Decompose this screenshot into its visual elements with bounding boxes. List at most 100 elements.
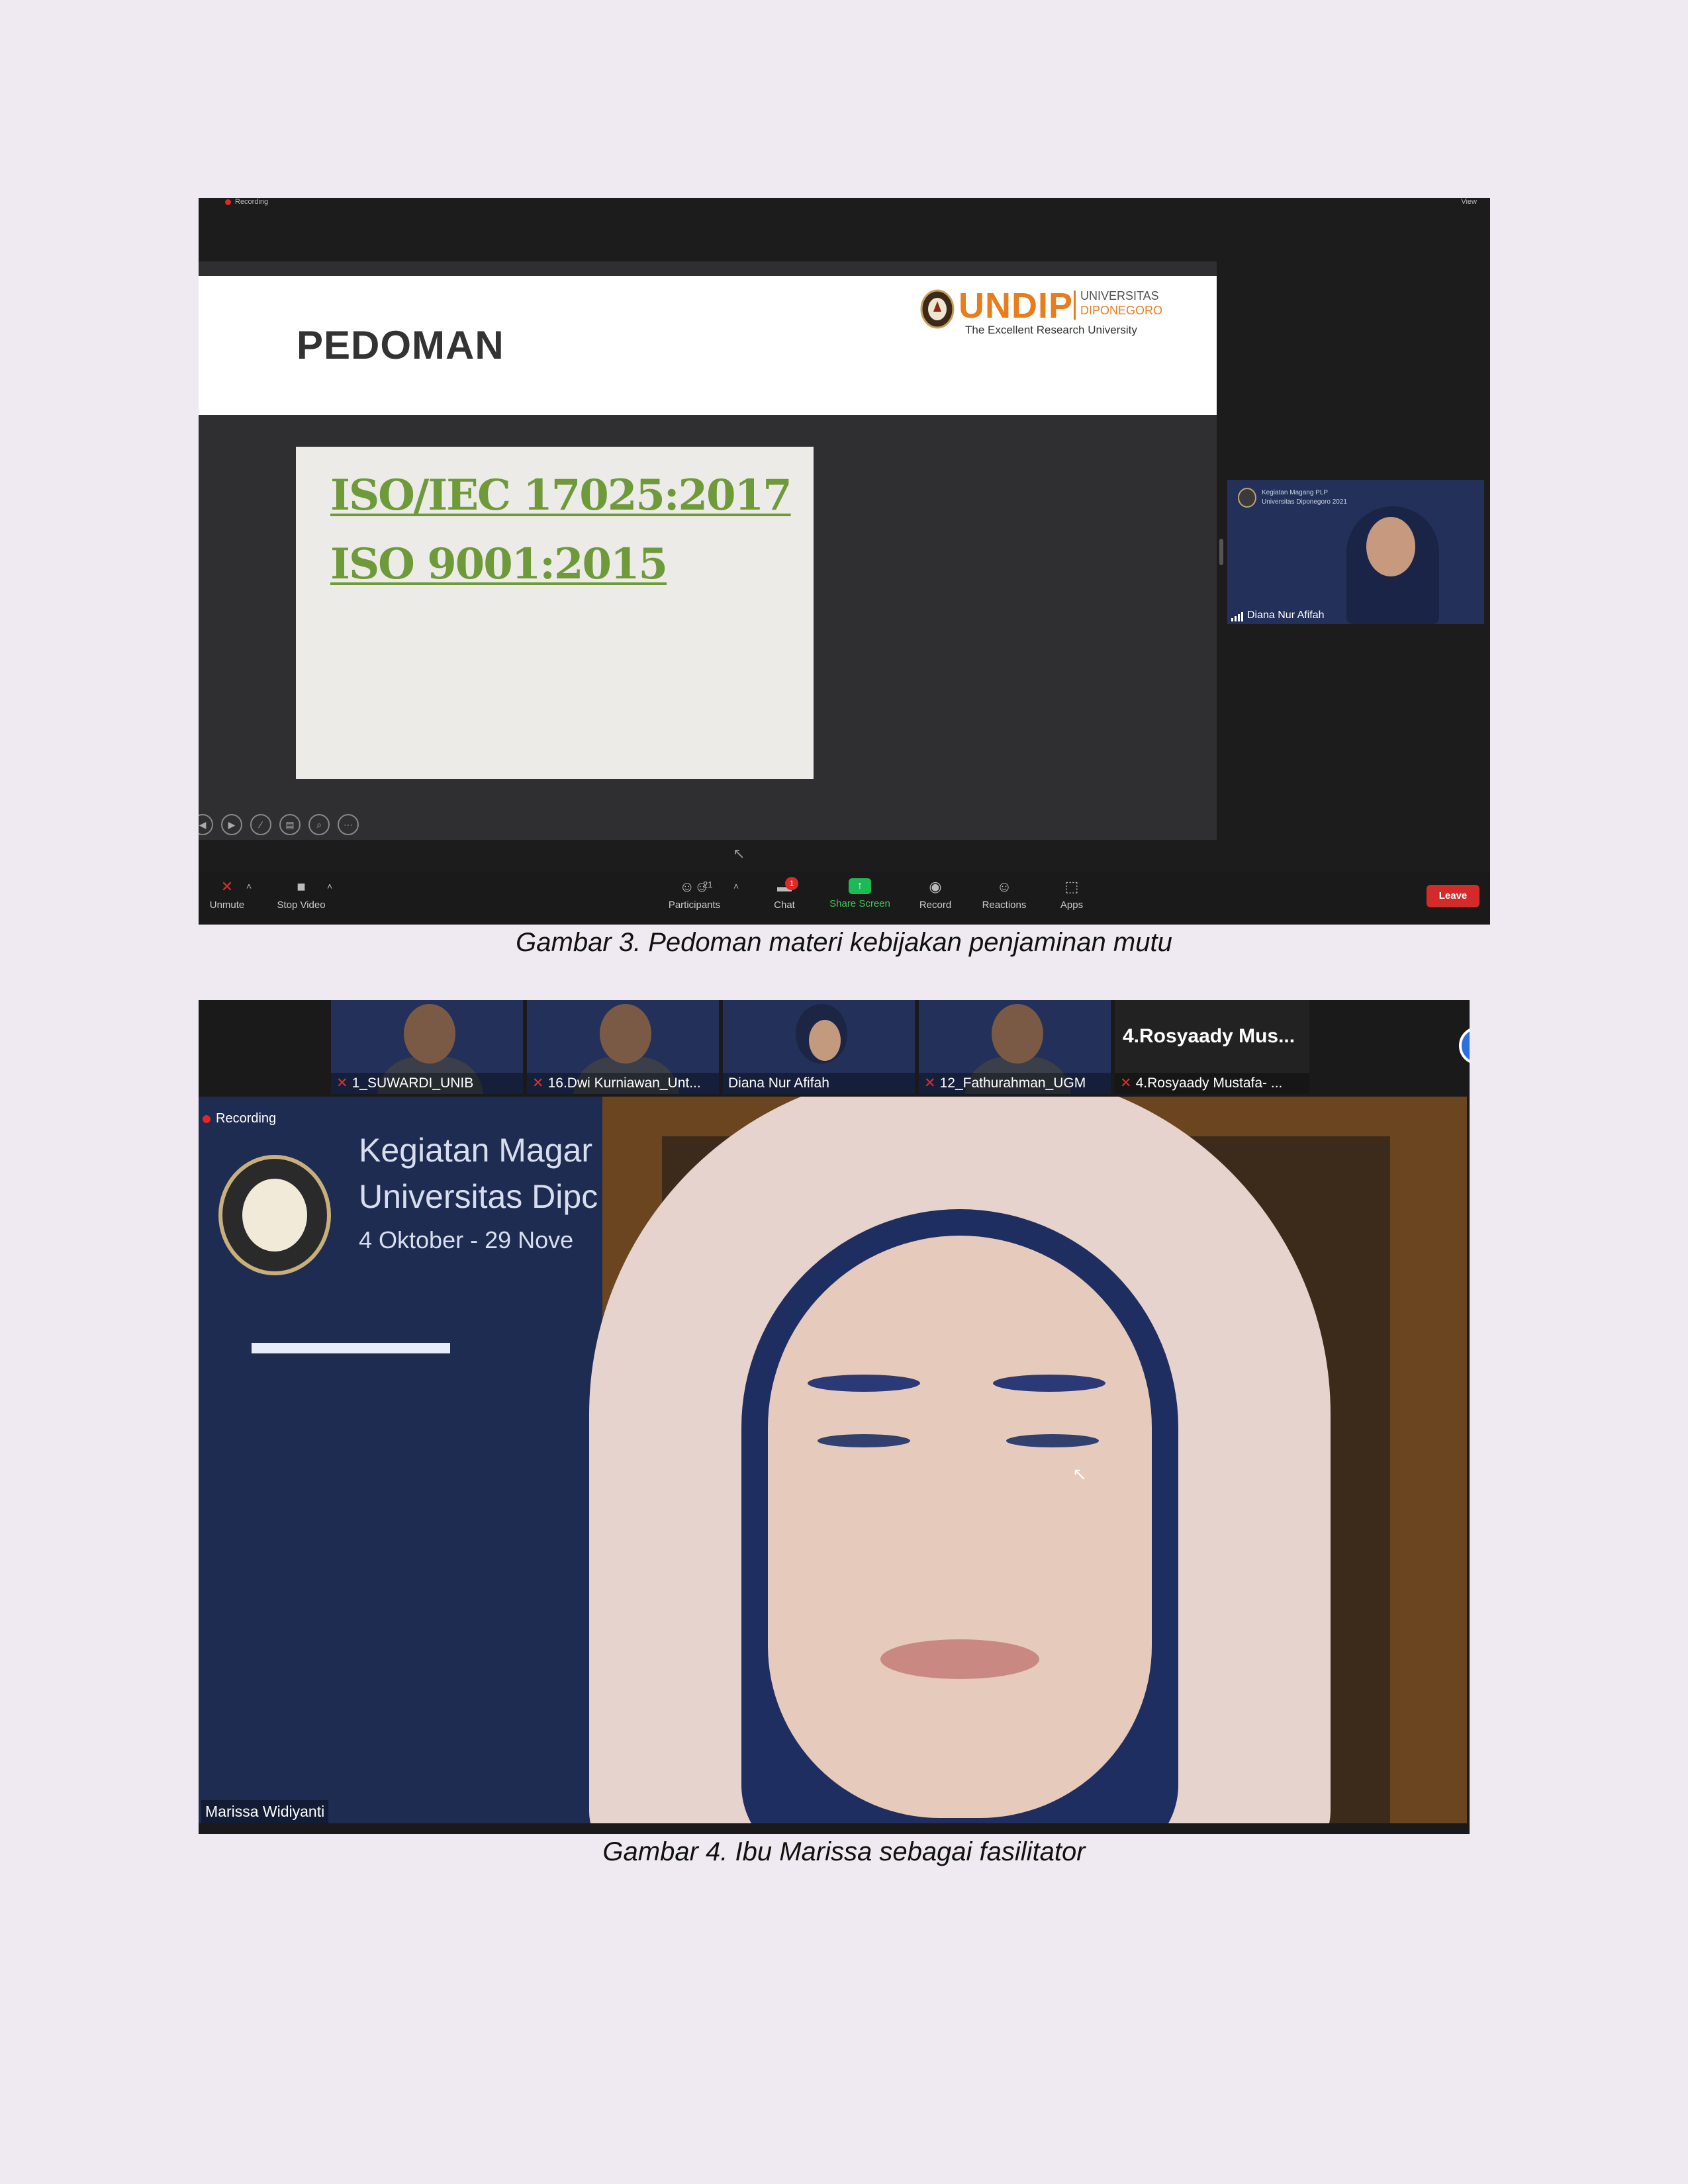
participant-name: 4.Rosyaady Mustafa- ...: [1135, 1075, 1283, 1091]
unmute-label: Unmute: [209, 899, 245, 911]
slide-header: PEDOMAN UNDIP UNIVERSITAS DIPONEGORO The…: [199, 276, 1217, 415]
record-icon: ◉: [929, 878, 942, 895]
figure-caption-3: Gambar 3. Pedoman materi kebijakan penja…: [516, 928, 1172, 957]
background-text-line-1: Kegiatan Magar: [359, 1132, 593, 1169]
speaker-brow: [808, 1375, 920, 1392]
participant-tile[interactable]: ✕ 1_SUWARDI_UNIB: [331, 1000, 523, 1094]
participant-name-tag: ✕ 4.Rosyaady Mustafa- ...: [1115, 1073, 1309, 1094]
recording-dot-icon: [225, 199, 231, 205]
leave-button[interactable]: Leave: [1427, 885, 1479, 907]
share-screen-label: Share Screen: [829, 898, 890, 909]
participant-face: [809, 1020, 841, 1061]
recording-indicator: Recording: [225, 198, 268, 206]
thumbnail-background-line-2: Universitas Diponegoro 2021: [1262, 498, 1347, 506]
slides-icon[interactable]: ▤: [279, 814, 301, 835]
reactions-button[interactable]: ☺ Reactions: [968, 878, 1041, 911]
unmute-button[interactable]: ✕ Unmute: [199, 878, 263, 911]
participant-display-name: 4.Rosyaady Mus...: [1123, 1025, 1295, 1047]
meeting-toolbar: ✕ Unmute ˄ ■ Stop Video ˄ ☺☺ 21 Particip…: [199, 872, 1490, 925]
background-text-line-3: 4 Oktober - 29 Nove: [359, 1226, 574, 1253]
participant-tile[interactable]: Diana Nur Afifah: [723, 1000, 915, 1094]
participant-face: [600, 1004, 651, 1064]
participants-icon: ☺☺: [679, 878, 710, 895]
smiley-icon: ☺: [996, 878, 1012, 895]
logo-separator: [1074, 291, 1076, 320]
participant-tile[interactable]: ✕ 12_Fathurahman_UGM: [919, 1000, 1111, 1094]
panel-resize-handle[interactable]: [1219, 539, 1223, 565]
participant-strip: ✕ 1_SUWARDI_UNIB ✕ 16.Dwi Kurniawan_Unt...…: [331, 1000, 1470, 1094]
undip-seal-icon: [920, 289, 955, 329]
participants-button[interactable]: ☺☺ 21 Participants: [658, 878, 731, 911]
more-icon[interactable]: ⋯: [338, 814, 359, 835]
chat-button[interactable]: ▬ 1 Chat: [748, 877, 821, 911]
speaker-name-tag: Marissa Widiyanti: [201, 1800, 329, 1823]
zoom-icon[interactable]: ⌕: [308, 814, 330, 835]
recording-dot-icon: [203, 1115, 211, 1123]
participant-name: Diana Nur Afifah: [1247, 610, 1325, 621]
participants-label: Participants: [668, 899, 721, 911]
participant-name-tag: ✕ 16.Dwi Kurniawan_Unt...: [527, 1073, 719, 1094]
slide-title: PEDOMAN: [297, 323, 504, 367]
muted-mic-icon: ✕: [1120, 1075, 1132, 1091]
chat-label: Chat: [774, 899, 795, 911]
record-label: Record: [919, 899, 952, 911]
next-icon[interactable]: ▶: [221, 814, 242, 835]
thumbnail-background-line-1: Kegiatan Magang PLP: [1262, 489, 1329, 496]
muted-mic-icon: ✕: [220, 878, 234, 895]
recording-indicator: Recording: [203, 1111, 276, 1126]
active-speaker-video: Recording Kegiatan Magar Universitas Dip…: [199, 1097, 1467, 1823]
speaker-face: [768, 1236, 1152, 1818]
record-button[interactable]: ◉ Record: [899, 878, 972, 911]
participant-tile[interactable]: ✕ 16.Dwi Kurniawan_Unt...: [527, 1000, 719, 1094]
muted-mic-icon: ✕: [336, 1075, 348, 1091]
participant-name-tag: ✕ 12_Fathurahman_UGM: [919, 1073, 1111, 1094]
participant-name-tag: Diana Nur Afifah: [1231, 610, 1325, 621]
zoom-screenshot-pedoman: Recording View PEDOMAN UNDIP UNIVERSITAS…: [199, 198, 1490, 925]
mouse-cursor-icon: ↖: [1072, 1464, 1087, 1484]
chat-icon: ▬: [777, 878, 792, 895]
slide-content-box: ISO/IEC 17025:2017 ISO 9001:2015 ↖: [296, 447, 814, 862]
undip-seal-icon: [218, 1155, 331, 1275]
next-page-chevron-icon[interactable]: ›: [1459, 1026, 1470, 1065]
shared-slide: PEDOMAN UNDIP UNIVERSITAS DIPONEGORO The…: [199, 261, 1217, 862]
undip-seal-icon: [1238, 488, 1256, 508]
previous-icon[interactable]: ◀: [199, 814, 213, 835]
video-options-chevron-icon[interactable]: ˄: [327, 881, 332, 891]
speaker-eye: [818, 1434, 910, 1447]
background-text-line-2: Universitas Dipc: [359, 1178, 598, 1215]
chat-unread-badge: 1: [785, 877, 798, 890]
top-bar: Recording View: [199, 198, 1490, 208]
participants-count: 21: [703, 880, 713, 889]
reactions-label: Reactions: [982, 899, 1027, 911]
background-stripe: [252, 1343, 450, 1353]
iso-link-9001[interactable]: ISO 9001:2015: [330, 539, 668, 589]
undip-logo: UNDIP UNIVERSITAS DIPONEGORO The Excelle…: [920, 285, 1172, 341]
apps-label: Apps: [1060, 899, 1084, 911]
participants-options-chevron-icon[interactable]: ˄: [733, 881, 739, 891]
participant-tile[interactable]: 4.Rosyaady Mus... ✕ 4.Rosyaady Mustafa- .…: [1115, 1000, 1309, 1094]
mouse-cursor-icon: ↖: [733, 845, 745, 862]
share-screen-button[interactable]: ↑ Share Screen: [823, 878, 896, 909]
iso-link-17025[interactable]: ISO/IEC 17025:2017: [330, 471, 792, 520]
stop-video-label: Stop Video: [277, 899, 326, 911]
recording-label: Recording: [216, 1111, 277, 1126]
audio-options-chevron-icon[interactable]: ˄: [246, 881, 252, 891]
muted-mic-icon: ✕: [924, 1075, 936, 1091]
view-button[interactable]: View: [1461, 198, 1477, 206]
seal-inner: [242, 1179, 307, 1251]
apps-button[interactable]: ⬚ Apps: [1035, 878, 1108, 911]
slide-tools: ◀ ▶ ∕ ▤ ⌕ ⋯: [199, 814, 359, 835]
participant-thumbnail[interactable]: Kegiatan Magang PLP Universitas Diponego…: [1227, 480, 1484, 624]
pen-icon[interactable]: ∕: [250, 814, 271, 835]
speaker-lips: [880, 1639, 1039, 1679]
undip-wordmark: UNDIP: [959, 286, 1074, 326]
participant-face: [1366, 517, 1415, 576]
speaker-brow: [993, 1375, 1105, 1392]
participant-name: 12_Fathurahman_UGM: [939, 1075, 1086, 1091]
apps-icon: ⬚: [1064, 878, 1079, 895]
speaker-eye: [1006, 1434, 1099, 1447]
recording-label: Recording: [235, 198, 269, 206]
logo-line-1: UNIVERSITAS: [1080, 289, 1159, 302]
logo-line-2: DIPONEGORO: [1080, 304, 1163, 317]
participant-face: [404, 1004, 455, 1064]
